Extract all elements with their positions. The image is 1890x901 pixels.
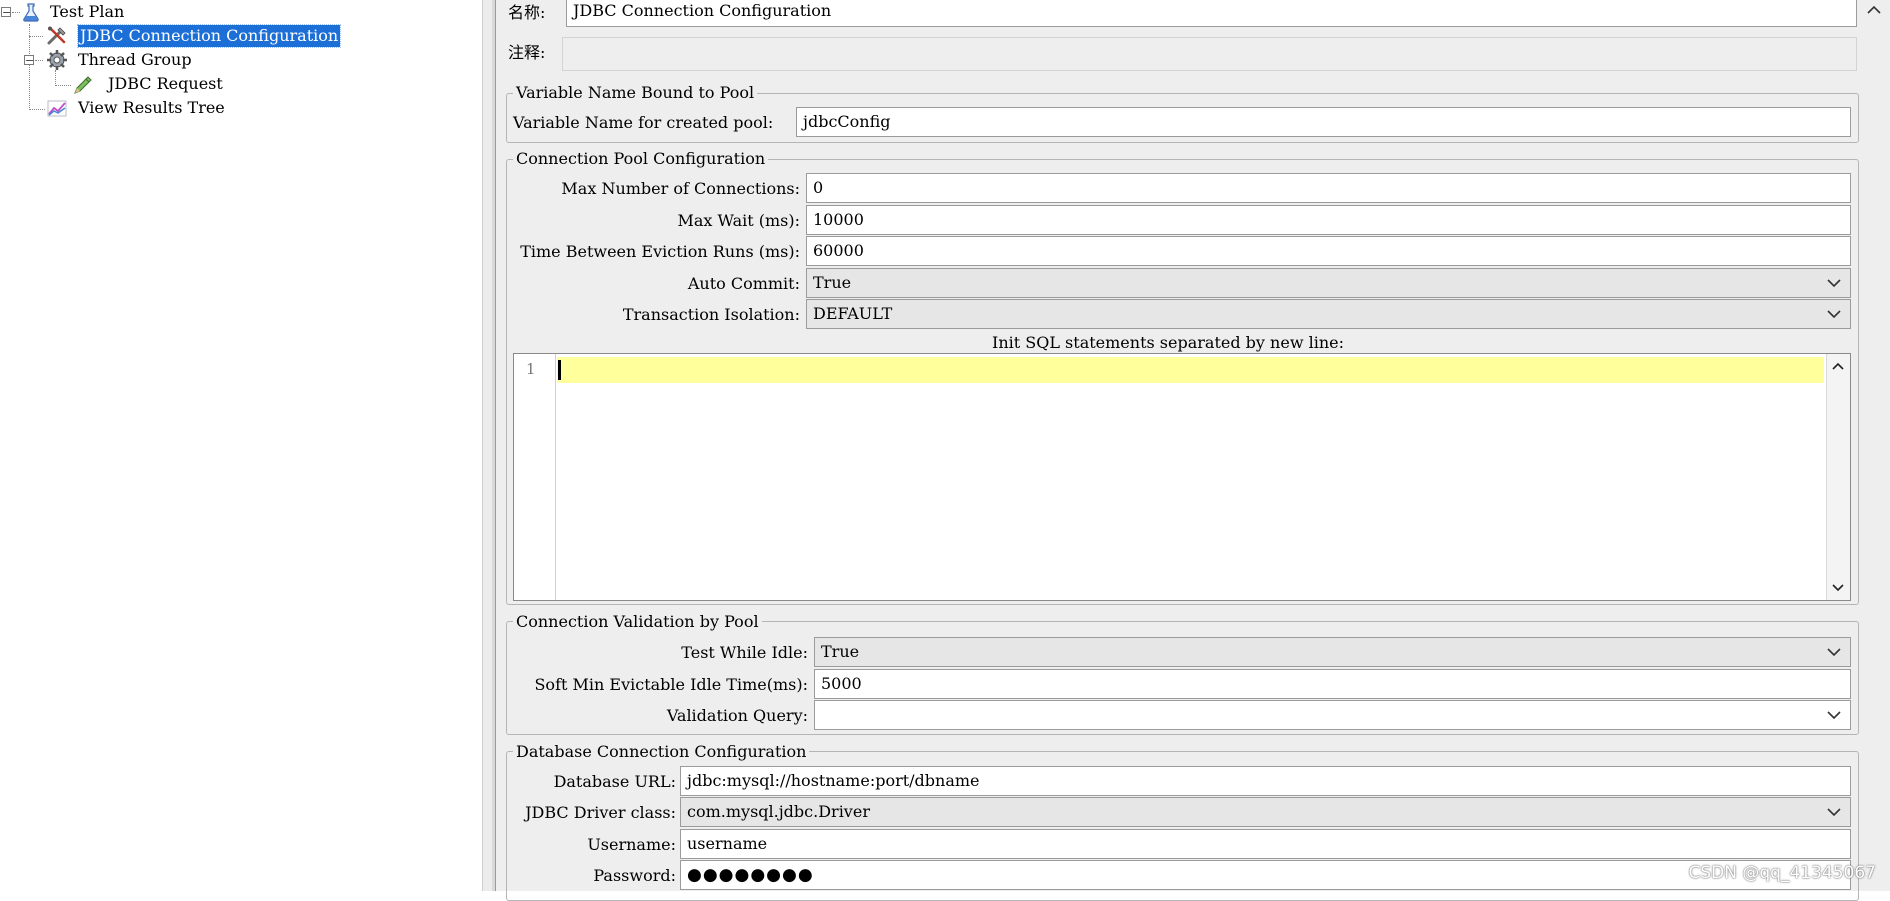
pool-variable-label: Variable Name for created pool: [513,113,774,132]
comment-field[interactable] [562,37,1857,71]
test-while-idle-value: True [821,642,860,661]
tree-connector [29,109,45,110]
collapse-test-plan-toggle[interactable]: − [1,7,11,18]
chevron-down-icon [1827,310,1841,319]
tree-connector [35,60,43,61]
chevron-down-icon [1827,711,1841,720]
database-url-label: Database URL: [553,772,676,791]
connection-pool-group-title: Connection Pool Configuration [513,149,769,169]
comment-label: 注释: [508,43,546,62]
tree-item-label: Thread Group [78,50,192,69]
validation-query-label: Validation Query: [666,706,808,725]
max-connections-label: Max Number of Connections: [561,179,800,198]
thread-group-gear-icon [47,50,67,70]
test-plan-tree: − − Test Plan JDBC Connection Configurat… [0,0,482,891]
soft-min-idle-label: Soft Min Evictable Idle Time(ms): [534,675,808,694]
validation-group-title: Connection Validation by Pool [513,612,762,632]
name-field[interactable]: JDBC Connection Configuration [566,0,1857,27]
tree-item-label: View Results Tree [78,98,225,117]
auto-commit-value: True [813,273,852,292]
tree-item-thread-group[interactable]: Thread Group [46,49,246,71]
password-field[interactable]: ●●●●●●●● [680,860,1851,890]
current-line-highlight [557,357,1824,383]
jdbc-driver-select[interactable]: com.mysql.jdbc.Driver [680,797,1851,827]
collapse-thread-group-toggle[interactable]: − [24,55,34,66]
validation-query-select[interactable] [814,700,1851,730]
line-number-gutter: 1 [514,354,556,600]
max-wait-field[interactable]: 10000 [806,205,1851,235]
transaction-isolation-value: DEFAULT [813,304,893,323]
jdbc-request-pen-icon [74,76,92,94]
tree-item-label: JDBC Request [108,74,223,93]
password-label: Password: [593,866,676,885]
tree-connector [12,12,20,13]
database-url-field[interactable]: jdbc:mysql://hostname:port/dbname [680,766,1851,796]
jdbc-config-tools-icon [47,26,66,45]
tree-item-jdbc-connection-configuration[interactable]: JDBC Connection Configuration [46,24,346,48]
config-panel: 名称: JDBC Connection Configuration 注释: Va… [496,0,1890,901]
auto-commit-select[interactable]: True [806,268,1851,298]
tree-item-view-results-tree[interactable]: View Results Tree [46,97,286,119]
variable-name-group-title: Variable Name Bound to Pool [513,83,758,103]
test-while-idle-label: Test While Idle: [681,643,808,662]
tree-connector [55,85,71,86]
test-while-idle-select[interactable]: True [814,637,1851,667]
pool-variable-field[interactable]: jdbcConfig [796,107,1851,137]
results-tree-chart-icon [47,100,67,117]
database-connection-group-title: Database Connection Configuration [513,742,810,762]
max-connections-field[interactable]: 0 [806,173,1851,203]
username-field[interactable]: username [680,829,1851,859]
soft-min-idle-field[interactable]: 5000 [814,669,1851,699]
transaction-isolation-label: Transaction Isolation: [622,305,800,324]
eviction-runs-field[interactable]: 60000 [806,236,1851,266]
text-caret [558,360,561,380]
scroll-down-icon[interactable] [1830,580,1846,596]
scroll-up-icon[interactable] [1830,358,1846,374]
auto-commit-label: Auto Commit: [687,274,800,293]
panel-scroll-up-icon[interactable] [1858,0,1890,24]
transaction-isolation-select[interactable]: DEFAULT [806,299,1851,329]
init-sql-editor[interactable]: 1 [513,353,1851,601]
tree-item-jdbc-request[interactable]: JDBC Request [72,73,272,95]
username-label: Username: [587,835,676,854]
chevron-down-icon [1827,808,1841,817]
chevron-down-icon [1827,279,1841,288]
tree-connector [55,70,56,86]
jdbc-driver-label: JDBC Driver class: [525,803,676,822]
tree-item-label: JDBC Connection Configuration [76,24,342,48]
max-wait-label: Max Wait (ms): [677,211,800,230]
editor-vertical-scrollbar[interactable] [1826,354,1850,600]
jdbc-driver-value: com.mysql.jdbc.Driver [687,802,870,821]
watermark: CSDN @qq_41345067 [1688,863,1876,883]
chevron-down-icon [1827,648,1841,657]
eviction-runs-label: Time Between Eviction Runs (ms): [520,242,800,261]
tree-item-label: Test Plan [50,2,125,21]
test-plan-flask-icon [23,3,39,22]
name-label: 名称: [508,3,546,22]
tree-connector [29,36,43,37]
tree-item-test-plan[interactable]: Test Plan [20,1,220,23]
line-number: 1 [526,360,536,378]
